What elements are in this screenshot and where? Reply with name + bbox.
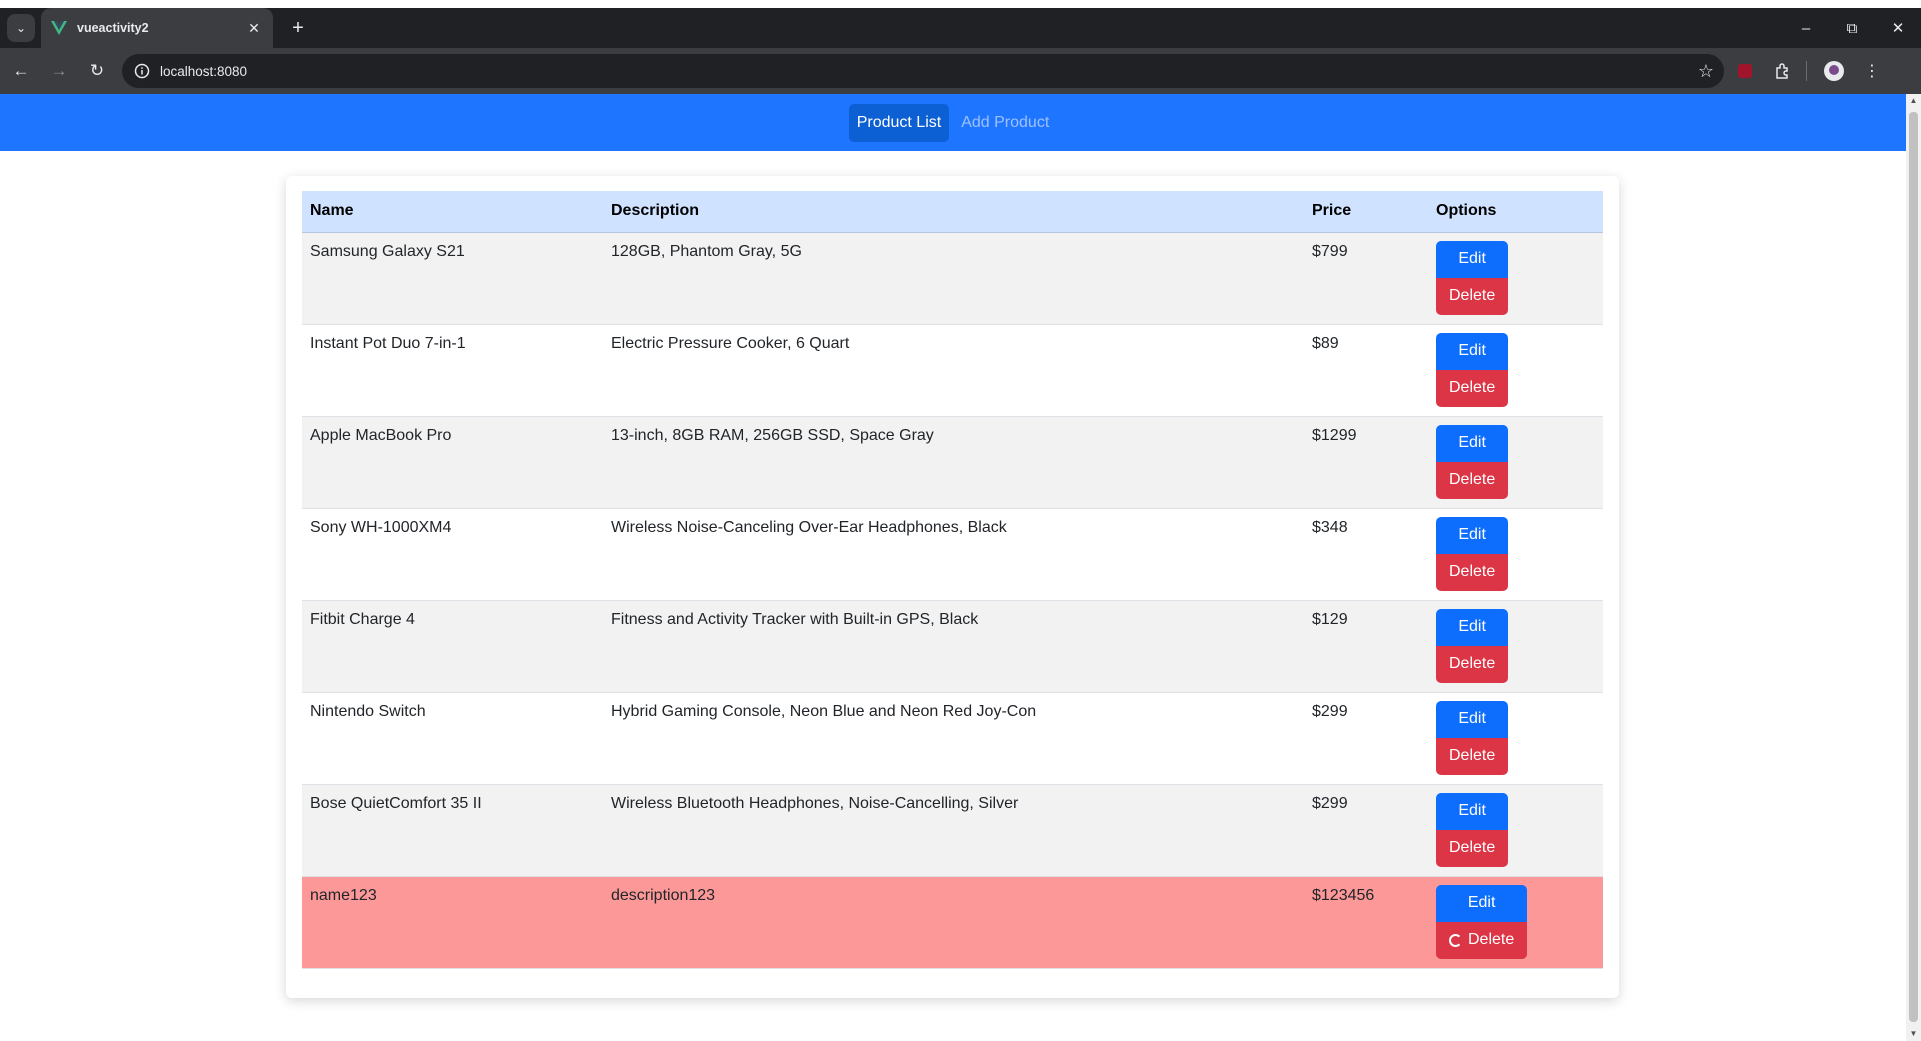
scrollbar-thumb[interactable] [1909,112,1918,1022]
tab-list-icon[interactable]: ⌄ [7,14,35,42]
table-row-deleting: name123 description123 $123456 Edit Dele… [302,876,1603,968]
loading-spinner-icon [1449,933,1462,947]
cell-price: $123456 [1312,886,1375,904]
delete-button[interactable]: Delete [1436,737,1509,775]
cell-options: Edit Delete [1428,324,1603,416]
edit-button[interactable]: Edit [1436,424,1509,462]
delete-button-loading[interactable]: Delete [1436,921,1528,959]
page-scrollbar[interactable]: ▲ ▼ [1906,94,1921,1041]
vue-logo-icon [51,20,67,36]
cell-description: 128GB, Phantom Gray, 5G [611,242,802,260]
url-text: localhost:8080 [160,63,248,79]
delete-label: Delete [1468,931,1515,948]
reload-icon[interactable]: ↻ [80,54,114,88]
table-row: Fitbit Charge 4 Fitness and Activity Tra… [302,600,1603,692]
cell-name: Fitbit Charge 4 [310,610,415,628]
header-price: Price [1312,202,1352,220]
scroll-down-arrow-icon[interactable]: ▼ [1906,1027,1921,1041]
cell-options: Edit Delete [1428,416,1603,508]
edit-button[interactable]: Edit [1436,240,1509,278]
cell-description: description123 [611,886,716,904]
menu-kebab-icon[interactable]: ⋮ [1855,54,1889,88]
window-top-edge [0,0,1921,8]
cell-description: Fitness and Activity Tracker with Built-… [611,610,979,628]
cell-description: Electric Pressure Cooker, 6 Quart [611,334,850,352]
cell-name: Bose QuietComfort 35 II [310,794,482,812]
restore-icon[interactable]: ⧉ [1829,8,1875,48]
table-row: Samsung Galaxy S21 128GB, Phantom Gray, … [302,232,1603,324]
delete-button[interactable]: Delete [1436,645,1509,683]
cell-options: Edit Delete [1428,600,1603,692]
header-name: Name [310,202,354,220]
browser-tab[interactable]: vueactivity2 ✕ [41,8,273,48]
cell-options: Edit Delete [1428,232,1603,324]
delete-button[interactable]: Delete [1436,829,1509,867]
tab-bar: ⌄ vueactivity2 ✕ + – ⧉ ✕ [0,8,1921,48]
delete-button[interactable]: Delete [1436,553,1509,591]
product-table: Name Description Price Options Samsung G… [302,191,1603,969]
cell-options: Edit Delete [1428,784,1603,876]
cell-name: Instant Pot Duo 7-in-1 [310,334,466,352]
table-row: Apple MacBook Pro 13-inch, 8GB RAM, 256G… [302,416,1603,508]
extensions-icon[interactable] [1766,54,1800,88]
cell-name: Nintendo Switch [310,702,426,720]
cell-price: $799 [1312,242,1348,260]
edit-button[interactable]: Edit [1436,608,1509,646]
toolbar-divider [1806,61,1807,81]
cell-description: Wireless Bluetooth Headphones, Noise-Can… [611,794,1019,812]
delete-button[interactable]: Delete [1436,461,1509,499]
cell-name: Samsung Galaxy S21 [310,242,465,260]
close-window-icon[interactable]: ✕ [1875,8,1921,48]
page-viewport: Product List Add Product Name Descriptio… [0,94,1906,1041]
cell-price: $299 [1312,794,1348,812]
scroll-up-arrow-icon[interactable]: ▲ [1906,94,1921,108]
table-row: Bose QuietComfort 35 II Wireless Bluetoo… [302,784,1603,876]
delete-button[interactable]: Delete [1436,277,1509,315]
cell-options: Edit Delete [1428,692,1603,784]
table-body: Samsung Galaxy S21 128GB, Phantom Gray, … [302,232,1603,968]
profile-avatar-icon[interactable] [1817,54,1851,88]
cell-price: $299 [1312,702,1348,720]
cell-price: $1299 [1312,426,1357,444]
browser-toolbar: ← → ↻ localhost:8080 ☆ ⋮ [0,48,1921,94]
header-options: Options [1436,202,1497,220]
cell-name: Apple MacBook Pro [310,426,452,444]
nav-product-list[interactable]: Product List [848,103,950,142]
cell-price: $129 [1312,610,1348,628]
cell-options: Edit Delete [1428,508,1603,600]
table-row: Nintendo Switch Hybrid Gaming Console, N… [302,692,1603,784]
table-header-row: Name Description Price Options [302,191,1603,232]
back-icon[interactable]: ← [4,54,38,88]
cell-name: Sony WH-1000XM4 [310,518,452,536]
cell-options: Edit Delete [1428,876,1603,968]
cell-description: 13-inch, 8GB RAM, 256GB SSD, Space Gray [611,426,934,444]
minimize-icon[interactable]: – [1783,8,1829,48]
cell-name: name123 [310,886,377,904]
nav-add-product[interactable]: Add Product [953,104,1057,142]
table-row: Instant Pot Duo 7-in-1 Electric Pressure… [302,324,1603,416]
cell-description: Wireless Noise-Canceling Over-Ear Headph… [611,518,1007,536]
delete-button[interactable]: Delete [1436,369,1509,407]
app-navbar: Product List Add Product [0,94,1906,151]
table-row: Sony WH-1000XM4 Wireless Noise-Canceling… [302,508,1603,600]
cell-price: $348 [1312,518,1348,536]
edit-button[interactable]: Edit [1436,792,1509,830]
new-tab-icon[interactable]: + [285,17,311,40]
header-description: Description [611,202,700,220]
site-info-icon[interactable] [132,61,152,81]
product-table-card: Name Description Price Options Samsung G… [286,176,1619,998]
cell-price: $89 [1312,334,1339,352]
edit-button[interactable]: Edit [1436,516,1509,554]
edit-button[interactable]: Edit [1436,884,1528,922]
tab-title: vueactivity2 [77,21,149,35]
forward-icon[interactable]: → [42,54,76,88]
ublock-extension-icon[interactable] [1728,54,1762,88]
close-icon[interactable]: ✕ [245,20,263,37]
cell-description: Hybrid Gaming Console, Neon Blue and Neo… [611,702,1037,720]
edit-button[interactable]: Edit [1436,700,1509,738]
bookmark-star-icon[interactable]: ☆ [1698,61,1714,82]
edit-button[interactable]: Edit [1436,332,1509,370]
address-bar[interactable]: localhost:8080 ☆ [122,54,1724,88]
window-controls: – ⧉ ✕ [1783,8,1921,48]
